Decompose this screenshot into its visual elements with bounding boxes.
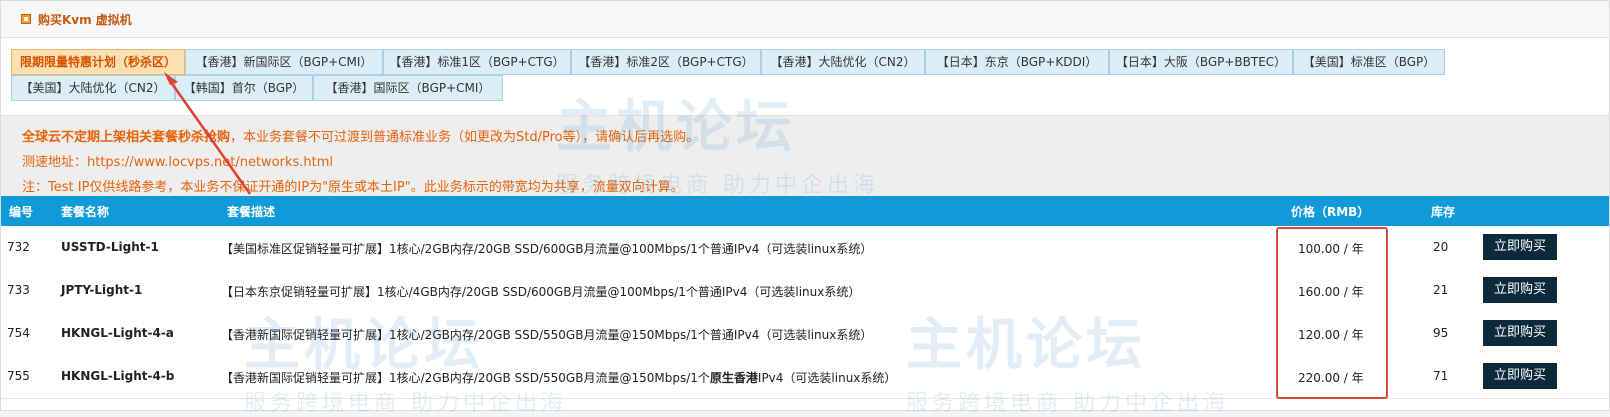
- plan-name: HKNGL-Light-4-a: [61, 326, 174, 340]
- table-row: 733 JPTY-Light-1 【日本东京促销轻量可扩展】1核心/4GB内存/…: [1, 269, 1609, 313]
- plan-id: 755: [7, 369, 30, 383]
- speedtest-address: 测速地址：https://www.locvps.net/networks.htm…: [22, 155, 334, 170]
- buy-now-button[interactable]: 立即购买: [1483, 234, 1557, 260]
- plan-stock: 20: [1433, 240, 1449, 254]
- purchase-panel: 购买Kvm 虚拟机 限期限量特惠计划（秒杀区） 【香港】新国际区（BGP+CMI…: [0, 0, 1610, 411]
- header-desc: 套餐描述: [227, 205, 276, 219]
- plan-name: USSTD-Light-1: [61, 240, 159, 254]
- tab-kr-seoul[interactable]: 【韩国】首尔（BGP）: [175, 75, 313, 101]
- header-price: 价格（RMB）: [1291, 205, 1370, 219]
- tab-hk-standard-2[interactable]: 【香港】标准2区（BGP+CTG）: [571, 49, 761, 75]
- panel-title: 购买Kvm 虚拟机: [38, 13, 132, 27]
- tab-jp-tokyo[interactable]: 【日本】东京（BGP+KDDI）: [925, 49, 1109, 75]
- header-stock: 库存: [1431, 205, 1456, 219]
- plan-stock: 71: [1433, 369, 1449, 383]
- plan-desc-native-hk: 原生香港: [709, 371, 758, 385]
- plan-name: JPTY-Light-1: [61, 283, 143, 297]
- plan-price: 160.00 / 年: [1298, 285, 1364, 299]
- notice-box: 全球云不定期上架相关套餐秒杀抢购，本业务套餐不可过渡到普通标准业务（如更改为St…: [1, 115, 1609, 196]
- plan-desc: 【香港新国际促销轻量可扩展】1核心/2GB内存/20GB SSD/550GB月流…: [221, 369, 896, 386]
- panel-header: 购买Kvm 虚拟机: [1, 1, 1609, 38]
- tab-hk-mainland-optimized[interactable]: 【香港】大陆优化（CN2）: [761, 49, 925, 75]
- header-name: 套餐名称: [61, 205, 110, 219]
- plan-id: 733: [7, 283, 30, 297]
- tab-jp-osaka[interactable]: 【日本】大阪（BGP+BBTEC）: [1109, 49, 1293, 75]
- plan-desc: 【香港新国际促销轻量可扩展】1核心/2GB内存/20GB SSD/550GB月流…: [221, 328, 873, 342]
- tab-hk-standard-1[interactable]: 【香港】标准1区（BGP+CTG）: [383, 49, 571, 75]
- notice-bold: 全球云不定期上架相关套餐秒杀抢购: [22, 130, 231, 145]
- tab-us-standard[interactable]: 【美国】标准区（BGP）: [1293, 49, 1445, 75]
- plan-desc: 【日本东京促销轻量可扩展】1核心/4GB内存/20GB SSD/600GB月流量…: [221, 285, 861, 299]
- notice-main: 全球云不定期上架相关套餐秒杀抢购，本业务套餐不可过渡到普通标准业务（如更改为St…: [22, 126, 699, 145]
- plan-id: 732: [7, 240, 30, 254]
- tab-flash-sale[interactable]: 限期限量特惠计划（秒杀区）: [11, 49, 185, 75]
- plan-stock: 21: [1433, 283, 1449, 297]
- buy-now-button[interactable]: 立即购买: [1483, 363, 1557, 389]
- table-header: 编号 套餐名称 套餐描述 价格（RMB） 库存: [1, 196, 1609, 226]
- plan-desc: 【美国标准区促销轻量可扩展】1核心/2GB内存/20GB SSD/600GB月流…: [221, 242, 873, 256]
- buy-now-button[interactable]: 立即购买: [1483, 320, 1557, 346]
- table-row: 732 USSTD-Light-1 【美国标准区促销轻量可扩展】1核心/2GB内…: [1, 226, 1609, 270]
- table-row: 754 HKNGL-Light-4-a 【香港新国际促销轻量可扩展】1核心/2G…: [1, 312, 1609, 356]
- plan-price: 120.00 / 年: [1298, 328, 1364, 342]
- plan-desc-tail: IPv4（可选装linux系统）: [757, 371, 897, 385]
- header-id: 编号: [9, 205, 34, 219]
- plan-price: 220.00 / 年: [1298, 371, 1364, 385]
- plan-name: HKNGL-Light-4-b: [61, 369, 175, 383]
- buy-now-button[interactable]: 立即购买: [1483, 277, 1557, 303]
- plan-stock: 95: [1433, 326, 1449, 340]
- notice-rest: ，本业务套餐不可过渡到普通标准业务（如更改为Std/Pro等），请确认后再选购。: [230, 130, 700, 145]
- notice-note: 注：Test IP仅供线路参考，本业务不保证开通的IP为"原生或本土IP"。此业…: [22, 180, 684, 195]
- tab-hk-new-international[interactable]: 【香港】新国际区（BGP+CMI）: [185, 49, 383, 75]
- tab-hk-international[interactable]: 【香港】国际区（BGP+CMI）: [313, 75, 503, 101]
- table-row: 755 HKNGL-Light-4-b 【香港新国际促销轻量可扩展】1核心/2G…: [1, 355, 1609, 399]
- plan-price: 100.00 / 年: [1298, 242, 1364, 256]
- square-bullet-icon: [21, 14, 31, 24]
- plan-id: 754: [7, 326, 30, 340]
- tab-us-mainland-optimized[interactable]: 【美国】大陆优化（CN2）: [11, 75, 175, 101]
- plan-desc-main: 【香港新国际促销轻量可扩展】1核心/2GB内存/20GB SSD/550GB月流…: [221, 371, 710, 385]
